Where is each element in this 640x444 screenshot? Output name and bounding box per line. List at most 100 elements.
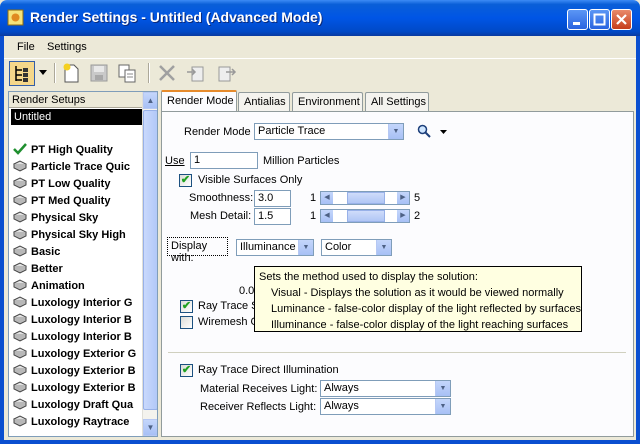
menu-divider bbox=[4, 58, 636, 59]
teapot-icon bbox=[13, 160, 28, 172]
ray-trace-direct-label: Ray Trace Direct Illumination bbox=[198, 364, 339, 376]
scrollbar-thumb[interactable] bbox=[143, 110, 157, 410]
render-settings-app-icon bbox=[7, 9, 24, 26]
dropdown-arrow-icon[interactable] bbox=[439, 127, 448, 139]
setup-list-item[interactable]: PT High Quality bbox=[13, 143, 143, 160]
checkmark-icon bbox=[13, 143, 27, 155]
setup-list-item[interactable]: Luxology Interior G bbox=[13, 296, 143, 313]
slider-left-arrow-icon[interactable]: ◀ bbox=[321, 192, 333, 204]
setup-list-item[interactable]: Animation bbox=[13, 279, 143, 296]
setup-list-item[interactable]: Luxology Interior B bbox=[13, 330, 143, 347]
setup-list-item[interactable]: Particle Trace Quic bbox=[13, 160, 143, 177]
display-with-tooltip: Sets the method used to display the solu… bbox=[254, 266, 582, 332]
tab-environment[interactable]: Environment bbox=[292, 92, 363, 111]
setup-list-item[interactable]: Physical Sky High bbox=[13, 228, 143, 245]
setup-list-item[interactable]: Luxology Draft Qua bbox=[13, 398, 143, 415]
setup-list-item-label: Luxology Interior G bbox=[31, 297, 133, 309]
visible-surfaces-label: Visible Surfaces Only bbox=[198, 174, 303, 186]
setup-list-item-label: Particle Trace Quic bbox=[31, 161, 131, 173]
display-with-label: Display with: bbox=[167, 237, 228, 264]
ray-trace-s-checkbox[interactable]: ✔ bbox=[180, 300, 193, 313]
teapot-icon bbox=[13, 228, 28, 240]
material-receives-select[interactable]: Always ▼ bbox=[320, 380, 451, 397]
setup-list-item[interactable]: Luxology Exterior G bbox=[13, 347, 143, 364]
setup-list-item[interactable]: Luxology Exterior B bbox=[13, 364, 143, 381]
scroll-up-arrow-icon[interactable]: ▲ bbox=[143, 92, 157, 109]
teapot-icon bbox=[13, 313, 28, 325]
setup-list-item[interactable]: PT Med Quality bbox=[13, 194, 143, 211]
setup-list-item-label: Luxology Exterior B bbox=[31, 365, 136, 377]
close-button[interactable] bbox=[611, 9, 632, 30]
maximize-button[interactable] bbox=[589, 9, 610, 30]
chevron-down-icon: ▼ bbox=[376, 240, 391, 255]
scroll-down-arrow-icon[interactable]: ▼ bbox=[143, 419, 157, 436]
ray-trace-s-label: Ray Trace S bbox=[198, 300, 259, 312]
teapot-icon bbox=[13, 364, 28, 376]
copy-icon[interactable] bbox=[116, 62, 138, 84]
particles-units-label: Million Particles bbox=[263, 155, 340, 167]
particles-count-input[interactable]: 1 bbox=[190, 152, 258, 169]
tab-render-mode[interactable]: Render Mode bbox=[161, 90, 237, 112]
window-frame-right bbox=[636, 36, 640, 444]
tab-antialias[interactable]: Antialias bbox=[238, 92, 290, 111]
mesh-detail-slider[interactable]: ◀ ▶ bbox=[320, 209, 410, 223]
dropdown-arrow-icon[interactable] bbox=[37, 66, 49, 78]
setup-list-item-label: PT High Quality bbox=[31, 144, 113, 156]
setup-list-item[interactable]: Physical Sky bbox=[13, 211, 143, 228]
slider-left-arrow-icon[interactable]: ◀ bbox=[321, 210, 333, 222]
slider-right-arrow-icon[interactable]: ▶ bbox=[397, 210, 409, 222]
teapot-icon bbox=[13, 245, 28, 257]
import-icon[interactable] bbox=[184, 62, 206, 84]
save-icon[interactable] bbox=[88, 62, 110, 84]
menu-settings[interactable]: Settings bbox=[47, 41, 87, 53]
setup-list-item[interactable]: Better bbox=[13, 262, 143, 279]
use-label: Use bbox=[165, 155, 185, 167]
delete-icon[interactable] bbox=[156, 62, 178, 84]
display-color-select[interactable]: Color ▼ bbox=[321, 239, 392, 256]
teapot-icon bbox=[13, 415, 28, 427]
setup-list-item[interactable]: Basic bbox=[13, 245, 143, 262]
teapot-icon bbox=[13, 381, 28, 393]
visible-surfaces-checkbox[interactable]: ✔ bbox=[179, 174, 192, 187]
teapot-icon bbox=[13, 347, 28, 359]
wiremesh-checkbox[interactable] bbox=[180, 316, 193, 329]
setups-scrollbar[interactable]: ▲ ▼ bbox=[142, 92, 157, 436]
render-mode-label: Render Mode bbox=[184, 126, 251, 138]
slider-thumb[interactable] bbox=[347, 210, 385, 222]
chevron-down-icon: ▼ bbox=[388, 124, 403, 139]
slider-thumb[interactable] bbox=[347, 192, 385, 204]
smoothness-slider[interactable]: ◀ ▶ bbox=[320, 191, 410, 205]
new-document-icon[interactable] bbox=[60, 62, 82, 84]
display-with-select[interactable]: Illuminance ▼ bbox=[236, 239, 314, 256]
search-icon[interactable] bbox=[417, 124, 431, 141]
setup-list-item-label: Basic bbox=[31, 246, 61, 258]
mesh-detail-min: 1 bbox=[310, 210, 317, 222]
smoothness-input[interactable]: 3.0 bbox=[254, 190, 291, 207]
setup-list-item[interactable]: Luxology Exterior B bbox=[13, 381, 143, 398]
render-mode-select[interactable]: Particle Trace ▼ bbox=[254, 123, 404, 140]
setup-file-untitled[interactable]: Untitled bbox=[11, 109, 142, 125]
teapot-icon bbox=[13, 279, 28, 291]
receiver-reflects-select[interactable]: Always ▼ bbox=[320, 398, 451, 415]
menu-file[interactable]: File bbox=[17, 41, 35, 53]
tooltip-line-2: Visual - Displays the solution as it wou… bbox=[271, 287, 564, 299]
slider-right-arrow-icon[interactable]: ▶ bbox=[397, 192, 409, 204]
teapot-icon bbox=[13, 296, 28, 308]
wiremesh-label: Wiremesh O bbox=[198, 316, 260, 328]
chevron-down-icon: ▼ bbox=[298, 240, 313, 255]
setup-list-item[interactable]: PT Low Quality bbox=[13, 177, 143, 194]
render-setups-panel[interactable]: Render Setups Untitled PT High Quality Pa… bbox=[8, 91, 158, 437]
tree-view-icon[interactable] bbox=[9, 61, 35, 86]
setup-list-item-label: PT Low Quality bbox=[31, 178, 111, 190]
tab-all-settings[interactable]: All Settings bbox=[365, 92, 429, 111]
ray-trace-direct-checkbox[interactable]: ✔ bbox=[180, 364, 193, 377]
window-title: Render Settings - Untitled (Advanced Mod… bbox=[30, 9, 323, 25]
render-setups-header: Render Setups bbox=[9, 92, 142, 108]
mesh-detail-input[interactable]: 1.5 bbox=[254, 208, 291, 225]
export-icon[interactable] bbox=[216, 62, 238, 84]
section-divider bbox=[168, 352, 626, 353]
setup-list-item[interactable]: Luxology Raytrace bbox=[13, 415, 143, 432]
window-frame-bottom bbox=[0, 440, 640, 444]
setup-list-item[interactable]: Luxology Interior B bbox=[13, 313, 143, 330]
minimize-button[interactable] bbox=[567, 9, 588, 30]
